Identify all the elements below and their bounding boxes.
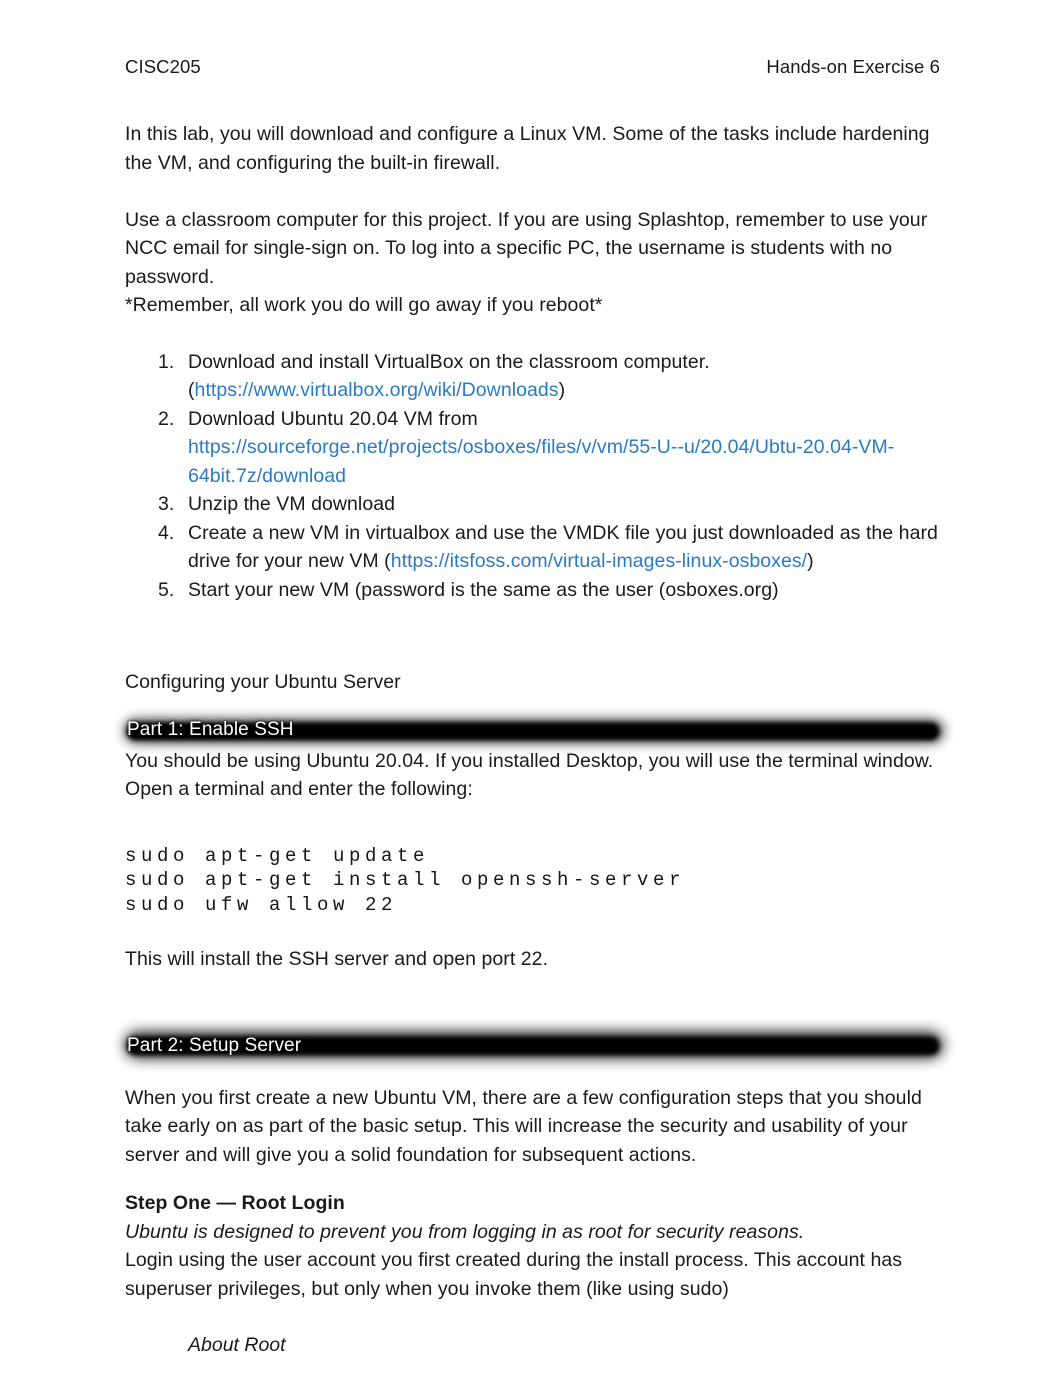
part1-after-commands: This will install the SSH server and ope…	[125, 948, 549, 970]
itsfoss-osboxes-link[interactable]: https://itsfoss.com/virtual-images-linux…	[391, 550, 807, 572]
section-intro-line: Configuring your Ubuntu Server	[125, 671, 401, 693]
part1-body: You should be using Ubuntu 20.04. If you…	[125, 749, 934, 801]
step-one-body: Login using the user account you first c…	[125, 1249, 903, 1300]
banner-top-spacer	[125, 697, 943, 717]
step-one-heading: Step One — Root Login	[125, 1192, 345, 1214]
part1-banner: Part 1: Enable SSH	[125, 717, 943, 747]
list-item: Start your new VM (password is the same …	[158, 576, 943, 605]
intro-paragraph-2: Use a classroom computer for this projec…	[125, 208, 928, 288]
steps-list: Download and install VirtualBox on the c…	[125, 348, 943, 605]
part2-body-spacer	[125, 1064, 943, 1084]
step-text-before: Start your new VM (password is the same …	[188, 578, 779, 601]
step-text-after: )	[558, 379, 566, 401]
list-item: Unzip the VM download	[158, 490, 943, 519]
step-one-italic-note: Ubuntu is designed to prevent you from l…	[125, 1220, 805, 1243]
code-top-spacer	[125, 804, 943, 844]
document-header: CISC205 Hands-on Exercise 6	[125, 56, 940, 78]
ssh-command-block: sudo apt-get update sudo apt-get install…	[125, 844, 686, 916]
code-bottom-spacer	[125, 917, 943, 945]
about-root-spacer	[125, 1303, 943, 1331]
reboot-note: *Remember, all work you do will go away …	[125, 294, 603, 316]
document-body: In this lab, you will download and confi…	[125, 120, 943, 1360]
header-exercise-title: Hands-on Exercise 6	[766, 56, 940, 77]
list-item: Download and install VirtualBox on the c…	[158, 348, 943, 405]
header-course-code: CISC205	[125, 56, 201, 77]
step-text-after: )	[807, 550, 814, 572]
about-root-heading: About Root	[188, 1334, 286, 1356]
step-one-spacer	[125, 1169, 943, 1189]
list-item: Create a new VM in virtualbox and use th…	[158, 519, 943, 576]
document-page: CISC205 Hands-on Exercise 6 In this lab,…	[0, 0, 1062, 1377]
part2-banner-label: Part 2: Setup Server	[127, 1034, 302, 1056]
part2-banner: Part 2: Setup Server	[125, 1028, 943, 1064]
sourceforge-ubuntu-vm-link[interactable]: https://sourceforge.net/projects/osboxes…	[188, 436, 894, 487]
step-text-before: Unzip the VM download	[188, 493, 395, 515]
part2-body: When you first create a new Ubuntu VM, t…	[125, 1086, 922, 1166]
list-item: Download Ubuntu 20.04 VM from https://so…	[158, 405, 943, 491]
part1-banner-label: Part 1: Enable SSH	[127, 718, 294, 740]
virtualbox-download-link[interactable]: https://www.virtualbox.org/wiki/Download…	[195, 379, 559, 401]
intro-paragraph-1: In this lab, you will download and confi…	[125, 123, 930, 174]
step-text-before: Download Ubuntu 20.04 VM from	[188, 407, 478, 430]
part2-top-spacer	[125, 974, 943, 1028]
